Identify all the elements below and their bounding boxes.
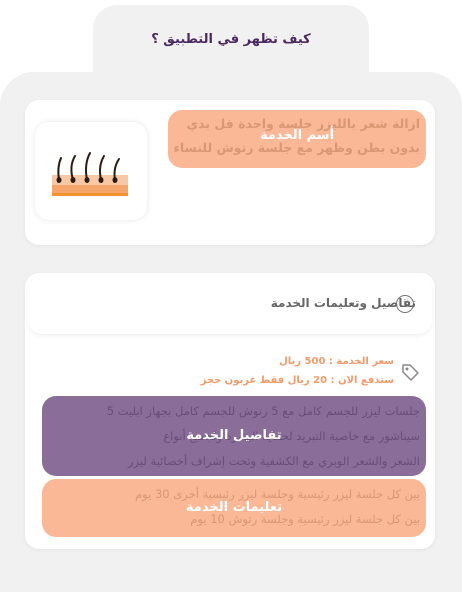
hair-follicle-skin-illustration xyxy=(52,152,128,196)
tag-icon xyxy=(402,364,419,381)
deposit-line: ستدفع الان : 20 ريال فقط عربون حجز xyxy=(200,375,394,386)
service-details-label: تفاصيل الخدمة xyxy=(186,428,282,443)
service-name-label: أسم الخدمة xyxy=(259,128,335,143)
title-tab xyxy=(93,5,369,95)
details-line1: جلسات ليزر للجسم كامل مع 5 رتوش للجسم كا… xyxy=(106,404,420,418)
service-instructions-overlay: بين كل جلسة ليزر رئيسية وجلسة ليزر رئيسي… xyxy=(42,479,426,537)
details-header-title: تفاصيل وتعليمات الخدمة xyxy=(270,296,416,310)
service-details-overlay: جلسات ليزر للجسم كامل مع 5 رتوش للجسم كا… xyxy=(42,396,426,476)
service-name-overlay: ازالة شعر بالليزر جلسة واحدة فل بدي بدون… xyxy=(168,110,426,168)
service-instructions-label: تعليمات الخدمة xyxy=(185,500,283,515)
service-image xyxy=(35,122,147,220)
price-line: سعر الخدمة : 500 ريال xyxy=(279,356,394,367)
details-line3: الشعر والشعر الوبري مع الكشفية وتحت إشرا… xyxy=(128,454,420,468)
instructions-line1: بين كل جلسة ليزر رئيسية وجلسة ليزر رئيسي… xyxy=(135,487,420,501)
page-title: كيف تظهر في التطبيق ؟ xyxy=(151,32,311,47)
